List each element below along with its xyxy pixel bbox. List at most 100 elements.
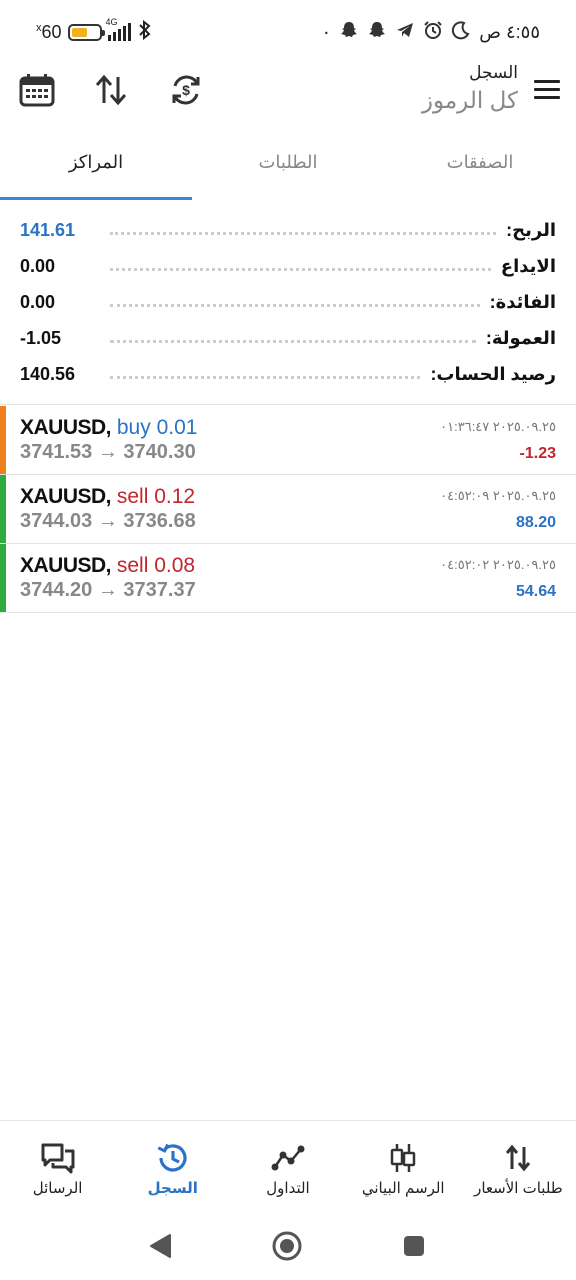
- nav-trade[interactable]: التداول: [230, 1121, 345, 1208]
- battery-icon: [67, 23, 105, 41]
- position-row[interactable]: XAUUSD, buy 0.01 3741.53 → 3740.30 ٢٠٢٥.…: [0, 406, 576, 475]
- trade-icon: [270, 1141, 306, 1175]
- dot-leader: [110, 297, 480, 307]
- tab-positions[interactable]: المراكز: [0, 132, 192, 200]
- position-volume: 0.08: [154, 554, 196, 577]
- close-price: 3736.68: [123, 510, 196, 532]
- position-profit: -1.23: [519, 445, 556, 462]
- profit-value: 141.61: [20, 219, 76, 240]
- candlestick-icon: [385, 1141, 421, 1175]
- page-title: السجل: [469, 63, 518, 82]
- chat-icon: [40, 1141, 76, 1175]
- deposit-value: 0.00: [20, 255, 56, 276]
- recents-icon[interactable]: [398, 1230, 430, 1262]
- position-date: ٢٠٢٥.٠٩.٢٥ ٠١:٣٦:٤٧: [440, 419, 556, 434]
- nav-quotes[interactable]: طلبات الأسعار: [461, 1121, 576, 1208]
- battery-percent: x60: [36, 22, 62, 43]
- arrow-icon: →: [97, 510, 118, 532]
- snapchat-icon: [339, 20, 359, 45]
- balance-value: 140.56: [20, 363, 76, 384]
- moon-icon: [451, 20, 471, 45]
- status-right: ٠ ٤:٥٥ ص: [322, 18, 540, 46]
- status-left: x60 4G: [36, 17, 153, 45]
- position-prices: 3744.20 → 3737.37: [20, 579, 196, 602]
- nav-messages[interactable]: الرسائل: [0, 1121, 115, 1208]
- arrow-icon: →: [97, 579, 118, 601]
- position-profit: 54.64: [515, 583, 556, 600]
- nav-label: التداول: [266, 1180, 310, 1197]
- symbol-filter[interactable]: كل الرموز: [422, 84, 518, 116]
- arrow-icon: →: [97, 441, 118, 463]
- position-prices: 3744.03 → 3736.68: [20, 510, 196, 533]
- positions-list: XAUUSD, buy 0.01 3741.53 → 3740.30 ٢٠٢٥.…: [0, 406, 576, 613]
- bluetooth-icon: [137, 19, 153, 45]
- position-title: XAUUSD, sell 0.12: [20, 485, 195, 509]
- summary-row-balance: 140.56 رصيد الحساب:: [20, 356, 556, 392]
- home-icon[interactable]: [271, 1230, 303, 1262]
- deposit-label: الايداع: [500, 255, 556, 276]
- clock: ٤:٥٥ ص: [479, 21, 540, 42]
- nav-label: الرسائل: [32, 1180, 83, 1197]
- position-stripe: [0, 406, 6, 474]
- position-title: XAUUSD, sell 0.08: [20, 554, 195, 578]
- position-type: sell: [116, 554, 149, 577]
- divider: [0, 404, 576, 405]
- close-price: 3740.30: [123, 441, 196, 463]
- network-type: 4G: [105, 17, 118, 27]
- summary-row-swap: 0.00 الفائدة:: [20, 284, 556, 320]
- nav-label: طلبات الأسعار: [474, 1180, 563, 1197]
- dot-leader: [110, 261, 491, 271]
- open-price: 3744.20: [20, 579, 93, 601]
- position-symbol: XAUUSD,: [20, 416, 112, 439]
- position-row[interactable]: XAUUSD, sell 0.08 3744.20 → 3737.37 ٢٠٢٥…: [0, 544, 576, 613]
- dot-leader: [110, 225, 497, 235]
- position-title: XAUUSD, buy 0.01: [20, 416, 197, 440]
- status-bar: x60 4G ٠ ٤:٥٥ ص: [0, 0, 576, 62]
- dot-indicator: ٠: [321, 21, 332, 42]
- sort-icon[interactable]: [91, 70, 131, 110]
- battery-percent-value: 60: [41, 21, 62, 42]
- position-date: ٢٠٢٥.٠٩.٢٥ ٠٤:٥٢:٠٩: [440, 488, 556, 503]
- open-price: 3741.53: [20, 441, 93, 463]
- back-icon[interactable]: [144, 1230, 176, 1262]
- menu-icon[interactable]: [534, 80, 560, 100]
- close-price: 3737.37: [123, 579, 196, 601]
- position-profit: 88.20: [515, 514, 556, 531]
- position-row[interactable]: XAUUSD, sell 0.12 3744.03 → 3736.68 ٢٠٢٥…: [0, 475, 576, 544]
- position-prices: 3741.53 → 3740.30: [20, 441, 196, 464]
- tab-orders[interactable]: الطلبات: [192, 132, 384, 200]
- app-header: $ السجل كل الرموز: [0, 62, 576, 122]
- system-nav-bar: [0, 1208, 576, 1280]
- quotes-icon: [500, 1141, 536, 1175]
- snapchat-icon-2: [367, 20, 387, 45]
- summary-panel: 141.61 الربح: 0.00 الايداع 0.00 الفائدة:…: [20, 212, 556, 392]
- position-symbol: XAUUSD,: [20, 485, 112, 508]
- position-type: buy: [116, 416, 151, 439]
- balance-label: رصيد الحساب:: [430, 363, 556, 384]
- commission-value: -1.05: [20, 327, 62, 348]
- summary-row-profit: 141.61 الربح:: [20, 212, 556, 248]
- nav-history[interactable]: السجل: [115, 1121, 230, 1208]
- dot-leader: [110, 369, 421, 379]
- profit-label: الربح:: [506, 219, 556, 240]
- position-stripe: [0, 475, 6, 543]
- telegram-icon: [395, 20, 415, 45]
- position-type: sell: [116, 485, 149, 508]
- tab-deals[interactable]: الصفقات: [384, 132, 576, 200]
- position-date: ٢٠٢٥.٠٩.٢٥ ٠٤:٥٢:٠٢: [440, 557, 556, 572]
- position-stripe: [0, 544, 6, 612]
- swap-value: 0.00: [20, 291, 56, 312]
- nav-label: السجل: [147, 1180, 198, 1197]
- nav-chart[interactable]: الرسم البياني: [346, 1121, 461, 1208]
- svg-text:$: $: [182, 82, 190, 98]
- bottom-nav: الرسائل السجل التداول الرسم البياني طلبا…: [0, 1120, 576, 1208]
- currency-exchange-icon[interactable]: $: [166, 70, 206, 110]
- calendar-icon[interactable]: [17, 70, 57, 110]
- tab-bar: المراكز الطلبات الصفقات: [0, 132, 576, 200]
- position-symbol: XAUUSD,: [20, 554, 112, 577]
- nav-label: الرسم البياني: [361, 1180, 445, 1197]
- summary-row-deposit: 0.00 الايداع: [20, 248, 556, 284]
- swap-label: الفائدة:: [489, 291, 556, 312]
- summary-row-commission: -1.05 العمولة:: [20, 320, 556, 356]
- position-volume: 0.01: [156, 416, 198, 439]
